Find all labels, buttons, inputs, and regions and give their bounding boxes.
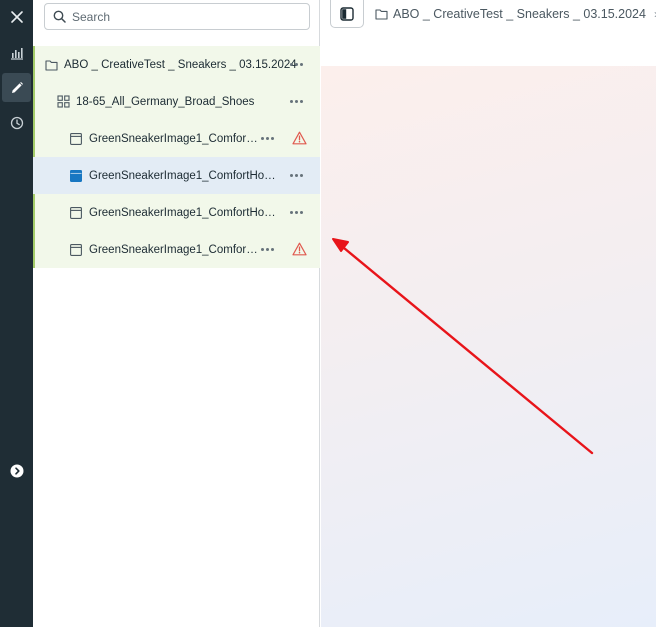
sidebar-toggle-button[interactable] — [330, 0, 364, 28]
search-input[interactable] — [72, 9, 292, 24]
search-box[interactable] — [44, 3, 310, 30]
insights-button[interactable] — [2, 38, 31, 67]
ad-window-filled-icon — [69, 169, 83, 183]
bar-chart-icon — [10, 47, 23, 60]
search-icon — [53, 10, 66, 23]
breadcrumb[interactable]: ABO _ CreativeTest _ Sneakers _ 03.15.20… — [375, 7, 656, 21]
chevron-right-circle-icon — [10, 464, 23, 477]
tree-row-adset[interactable]: 18-65_All_Germany_Broad_Shoes — [33, 83, 320, 120]
tree-row-campaign[interactable]: ABO _ CreativeTest _ Sneakers _ 03.15.20… — [33, 46, 320, 83]
tree-row-ad[interactable]: GreenSneakerImage1_Comfor… — [33, 120, 320, 157]
main-area: ABO _ CreativeTest _ Sneakers _ 03.15.20… — [321, 0, 656, 627]
breadcrumb-campaign[interactable]: ABO _ CreativeTest _ Sneakers _ 03.15.20… — [393, 7, 646, 21]
close-button[interactable] — [2, 2, 31, 31]
left-rail — [0, 0, 33, 627]
grid-icon — [56, 95, 70, 109]
more-dots-icon[interactable] — [261, 132, 274, 146]
history-button[interactable] — [2, 108, 31, 137]
tree-row-ad[interactable]: GreenSneakerImage1_ComfortHook… — [33, 194, 320, 231]
more-dots-icon[interactable] — [290, 169, 303, 183]
navigation-panel: ABO _ CreativeTest _ Sneakers _ 03.15.20… — [33, 0, 320, 627]
sidebar-toggle-icon — [340, 6, 354, 21]
expand-button[interactable] — [2, 456, 31, 485]
warning-triangle-icon — [292, 131, 307, 145]
adset-name: 18-65_All_Germany_Broad_Shoes — [76, 95, 255, 108]
ad-name: GreenSneakerImage1_Comfor… — [89, 132, 258, 145]
ad-window-icon — [69, 243, 83, 257]
folder-icon — [375, 9, 388, 20]
ad-name: GreenSneakerImage1_Comfor… — [89, 243, 258, 256]
folder-icon — [44, 58, 58, 72]
more-dots-icon[interactable] — [290, 206, 303, 220]
more-dots-icon[interactable] — [290, 58, 303, 72]
ad-name: GreenSneakerImage1_ComfortHook… — [89, 206, 279, 219]
edit-button[interactable] — [2, 73, 31, 102]
pencil-icon — [11, 81, 23, 93]
ad-window-icon — [69, 132, 83, 146]
tree-row-ad[interactable]: GreenSneakerImage1_Comfor… — [33, 231, 320, 268]
warning-triangle-icon — [292, 242, 307, 256]
tree-row-ad-selected[interactable]: GreenSneakerImage1_ComfortHook… — [33, 157, 320, 194]
close-icon — [10, 10, 23, 23]
ad-window-icon — [69, 206, 83, 220]
more-dots-icon[interactable] — [290, 95, 303, 109]
campaign-tree: ABO _ CreativeTest _ Sneakers _ 03.15.20… — [33, 46, 320, 268]
clock-icon — [10, 116, 23, 129]
preview-canvas — [321, 66, 656, 627]
more-dots-icon[interactable] — [261, 243, 274, 257]
top-bar: ABO _ CreativeTest _ Sneakers _ 03.15.20… — [321, 0, 656, 66]
ad-name: GreenSneakerImage1_ComfortHook… — [89, 169, 279, 182]
campaign-name: ABO _ CreativeTest _ Sneakers _ 03.15.20… — [64, 58, 297, 71]
